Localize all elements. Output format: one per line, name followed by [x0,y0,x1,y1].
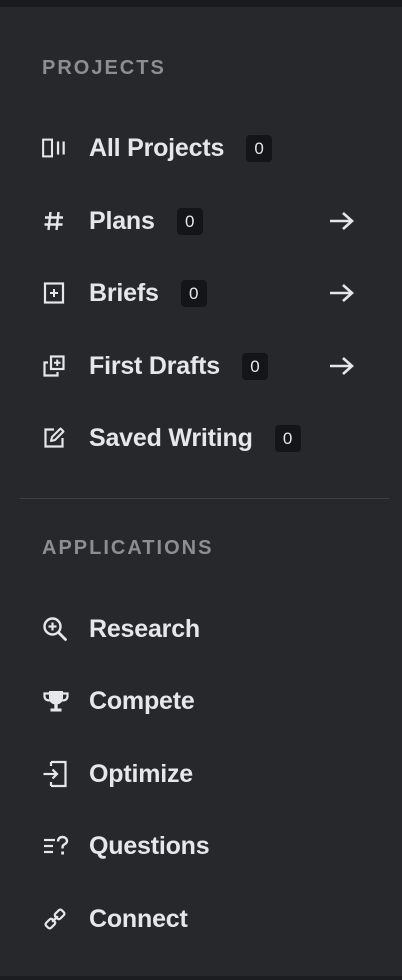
nav-item-compete[interactable]: Compete [0,673,402,729]
count-badge: 0 [246,134,273,162]
projects-heading: PROJECTS [42,57,166,79]
arrow-right-icon[interactable] [328,354,356,378]
nav-item-connect[interactable]: Connect [0,891,402,947]
nav-label: Plans [89,206,155,235]
edit-icon [42,426,70,450]
nav-item-questions[interactable]: Questions [0,818,402,874]
link-icon [42,907,70,931]
applications-heading: APPLICATIONS [42,537,214,559]
count-badge: 0 [274,424,301,452]
nav-item-all-projects[interactable]: All Projects 0 [0,120,402,176]
arrow-right-icon[interactable] [328,281,356,305]
columns-icon [42,136,70,160]
count-badge: 0 [176,207,203,235]
nav-item-optimize[interactable]: Optimize [0,746,402,802]
brief-icon [42,281,70,305]
trophy-icon [42,689,70,713]
nav-label: First Drafts [89,351,220,380]
count-badge: 0 [180,279,207,307]
zoom-in-icon [42,617,70,641]
nav-item-plans[interactable]: Plans 0 [0,193,402,249]
arrow-right-icon[interactable] [328,209,356,233]
nav-item-briefs[interactable]: Briefs 0 [0,265,402,321]
nav-item-research[interactable]: Research [0,601,402,657]
hash-icon [42,209,70,233]
nav-label: Optimize [89,759,193,788]
nav-item-first-drafts[interactable]: First Drafts 0 [0,338,402,394]
nav-label: Connect [89,904,188,933]
section-divider [20,498,389,499]
bottom-edge [0,976,402,980]
nav-label: Saved Writing [89,423,253,452]
nav-label: Research [89,614,200,643]
nav-label: Compete [89,686,195,715]
nav-label: All Projects [89,133,225,162]
drafts-icon [42,354,70,378]
questions-icon [42,834,70,858]
nav-label: Questions [89,831,210,860]
nav-label: Briefs [89,278,159,307]
count-badge: 0 [241,352,268,380]
login-icon [42,760,70,788]
top-edge [0,0,402,7]
nav-item-saved-writing[interactable]: Saved Writing 0 [0,410,402,466]
